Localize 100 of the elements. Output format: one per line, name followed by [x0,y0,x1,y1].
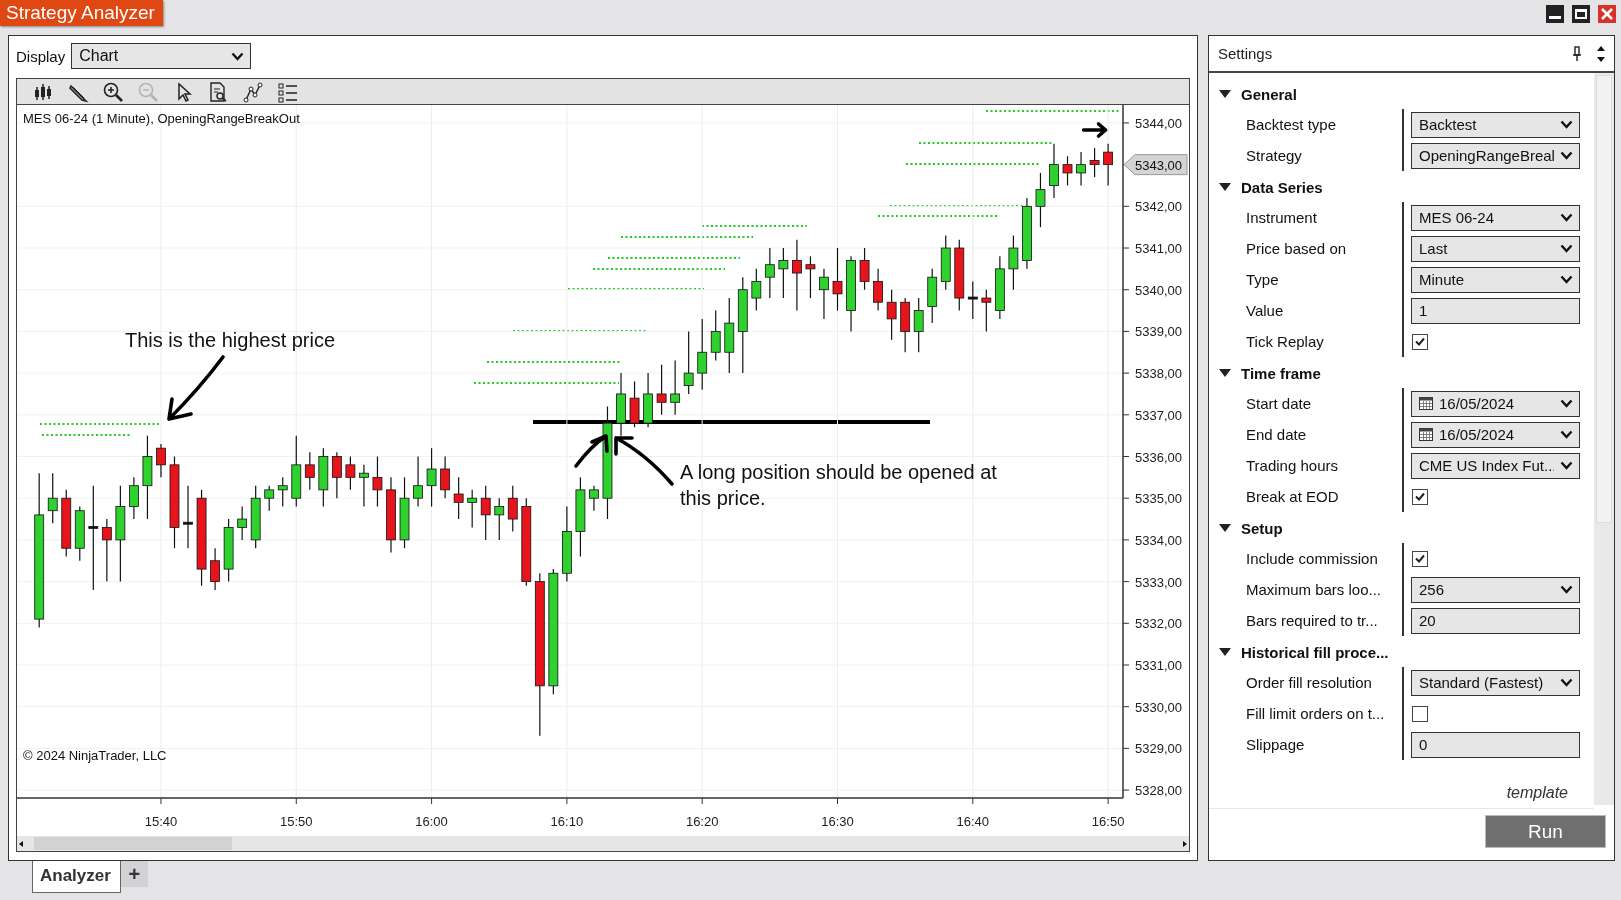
candle [940,234,951,291]
chevron-down-icon [1560,585,1573,594]
date-picker[interactable]: 16/05/2024 [1411,421,1580,448]
collapse-triangle-icon[interactable] [1219,524,1231,532]
dropdown[interactable]: 256 [1411,576,1580,603]
date-picker[interactable]: 16/05/2024 [1411,390,1580,417]
property-label: End date [1209,419,1404,450]
add-tab-button[interactable]: + [120,861,148,887]
candle [859,247,870,291]
calendar-icon [1419,428,1433,441]
candle [1076,151,1086,187]
candle [480,485,491,541]
scroll-up-icon[interactable] [1596,44,1606,52]
list-icon[interactable] [277,80,299,103]
candle [1089,147,1100,178]
category-title: Data Series [1241,178,1323,196]
candle [129,476,139,520]
checkbox[interactable] [1412,333,1428,350]
scroll-right-icon[interactable] [1181,839,1189,848]
template-link[interactable]: template [1506,784,1568,802]
candle [345,455,356,491]
text-field[interactable]: 0 [1411,731,1580,758]
candle [331,451,342,499]
candle [670,360,681,416]
close-icon[interactable] [1597,4,1617,24]
checkbox[interactable] [1412,550,1428,567]
x-tick-label: 15:50 [280,814,313,829]
candle [913,297,924,353]
candle [1062,155,1073,187]
horizontal-scrollbar[interactable] [17,836,1189,851]
chevron-down-icon [231,51,245,61]
candle [413,455,423,508]
minimize-icon[interactable] [1545,4,1565,24]
run-button[interactable]: Run [1485,815,1606,848]
property-label: Trading hours [1209,450,1404,481]
x-tick-label: 16:30 [821,814,854,829]
vertical-scrollbar[interactable] [1594,73,1614,805]
y-tick-label: 5333,00 [1135,574,1182,590]
y-tick-label: 5330,00 [1135,699,1182,715]
window-title: Strategy Analyzer [0,0,163,26]
checkbox[interactable] [1412,488,1428,505]
collapse-triangle-icon[interactable] [1219,183,1231,191]
dropdown[interactable]: OpeningRangeBreal [1411,142,1580,169]
document-search-icon[interactable] [207,80,229,103]
annotation-text: A long position should be opened at this price. [680,461,997,509]
y-tick-label: 5332,00 [1135,616,1182,632]
dropdown[interactable]: Last [1411,235,1580,262]
property-label: Fill limit orders on t... [1209,698,1404,729]
chevron-down-icon [1560,244,1573,253]
candle [900,297,911,353]
line-nodes-icon[interactable] [242,80,264,103]
candle [47,472,58,524]
property-label: Include commission [1209,543,1404,574]
property-label: Start date [1209,388,1404,419]
dropdown[interactable]: Standard (Fastest) [1411,669,1580,696]
chevron-down-icon [1560,213,1573,222]
collapse-triangle-icon[interactable] [1219,369,1231,377]
y-tick-label: 5344,00 [1135,115,1182,131]
collapse-triangle-icon[interactable] [1219,648,1231,656]
collapse-triangle-icon[interactable] [1219,90,1231,98]
maximize-icon[interactable] [1571,4,1591,24]
checkbox[interactable] [1412,705,1428,722]
dropdown[interactable]: MES 06-24 [1411,204,1580,231]
candle [710,309,721,362]
property-label: Instrument [1209,202,1404,233]
y-tick-label: 5341,00 [1135,241,1182,256]
x-tick-label: 16:50 [1091,814,1125,829]
chevron-down-icon [1560,120,1573,129]
property-label: Maximum bars loo... [1209,574,1404,605]
y-tick-label: 5328,00 [1135,783,1182,799]
y-tick-label: 5335,00 [1135,491,1182,507]
text-field[interactable]: 1 [1411,297,1580,324]
x-tick-label: 16:20 [685,814,719,829]
dropdown[interactable]: Backtest [1411,111,1580,138]
text-field[interactable]: 20 [1411,607,1580,634]
scroll-down-icon[interactable] [1596,55,1606,63]
candle [981,289,992,332]
x-tick-label: 15:40 [144,814,178,829]
candle [210,547,220,591]
chevron-down-icon [1560,151,1573,160]
chevron-down-icon [1560,399,1573,408]
property-label: Value [1209,295,1404,326]
pin-icon[interactable] [1572,45,1582,62]
candle [61,489,72,558]
scroll-left-icon[interactable] [17,839,25,848]
candle [629,380,640,428]
zoom-in-icon[interactable] [102,80,124,103]
candle [183,485,193,549]
candle [264,485,275,512]
display-dropdown[interactable]: Chart [71,43,252,69]
tab[interactable]: Analyzer [32,861,121,893]
chevron-down-icon [1560,275,1573,284]
y-tick-label: 5331,00 [1135,658,1182,673]
candle [764,247,775,299]
candle [359,464,369,508]
category-title: Historical fill proce... [1241,643,1389,661]
y-tick-label: 5342,00 [1135,199,1182,215]
dropdown[interactable]: Minute [1411,266,1580,293]
candle [589,485,599,512]
chevron-down-icon [1560,461,1573,470]
